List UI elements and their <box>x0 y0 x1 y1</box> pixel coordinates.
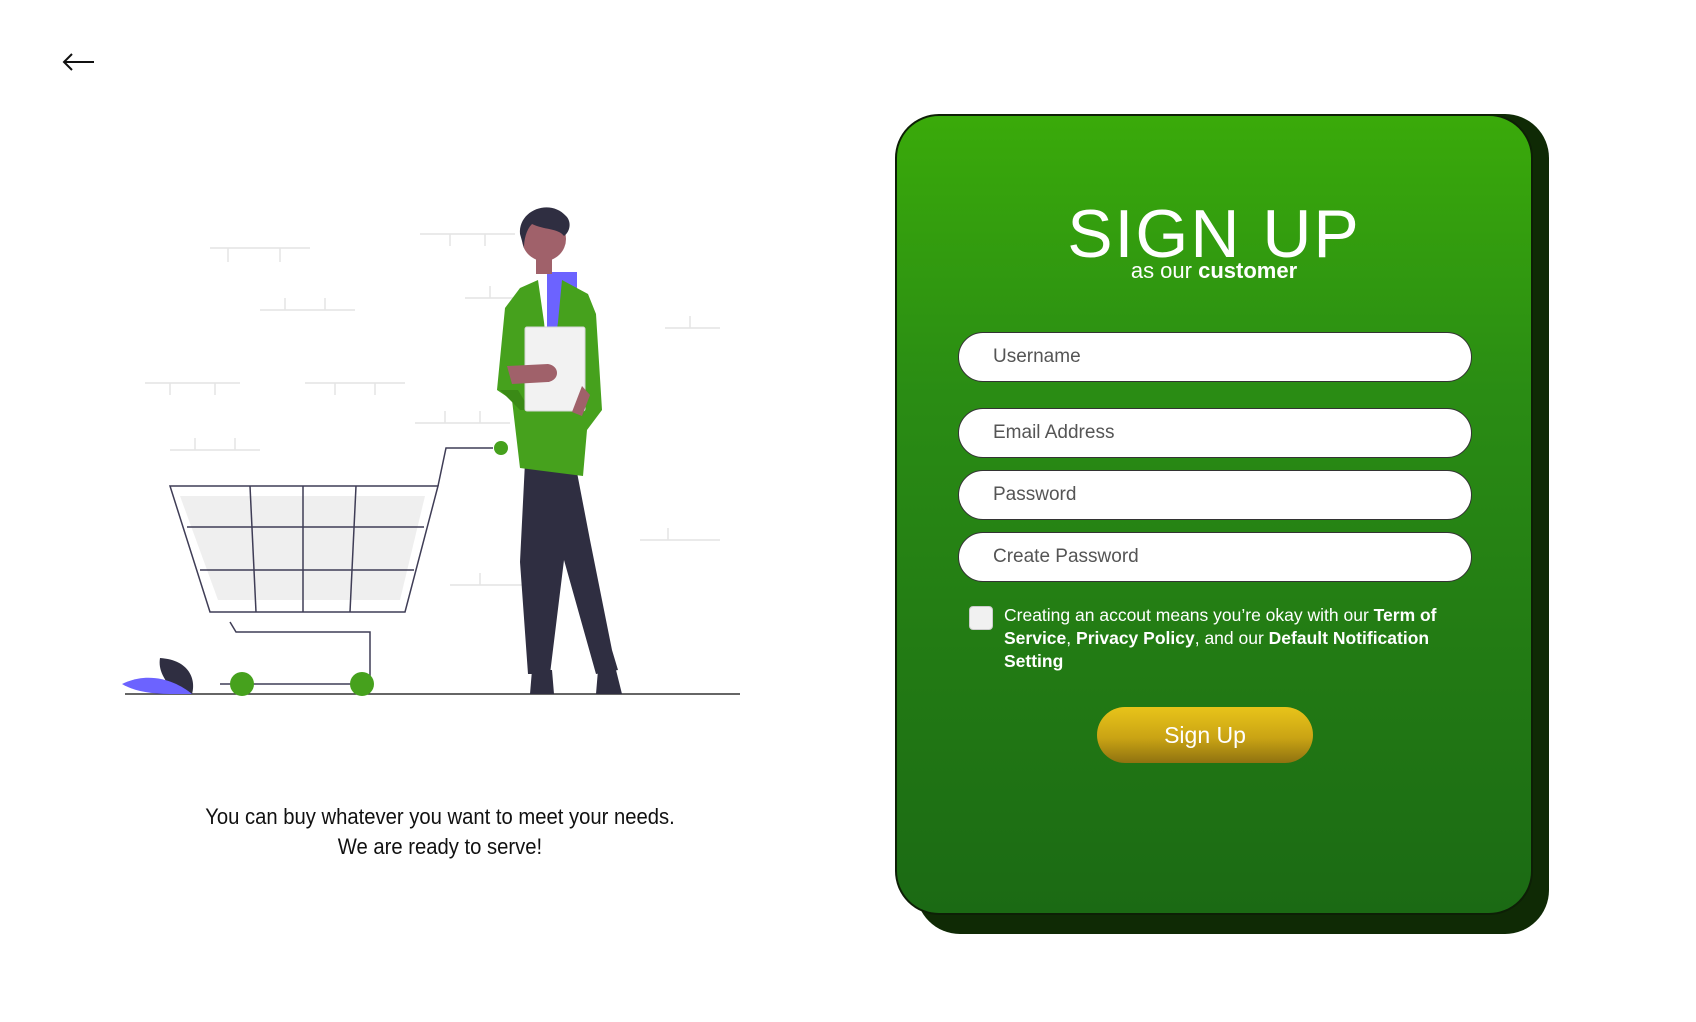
terms-checkbox[interactable] <box>969 606 993 630</box>
terms-text-2: , <box>1066 628 1077 648</box>
form-subtitle-prefix: as our <box>1130 258 1192 283</box>
form-subtitle: as our customer <box>897 258 1531 284</box>
tagline-line-1: You can buy whatever you want to meet yo… <box>205 804 675 829</box>
signup-card: SIGN UP as our customer Creating an acco… <box>895 114 1533 915</box>
username-input[interactable] <box>958 332 1472 382</box>
tagline-line-2: We are ready to serve! <box>337 834 543 859</box>
arrow-left-icon <box>62 53 94 71</box>
terms-text-1: Creating an accout means you’re okay wit… <box>1004 605 1374 625</box>
sign-up-button[interactable]: Sign Up <box>1097 707 1313 763</box>
person-figure <box>497 207 622 694</box>
form-subtitle-bold: customer <box>1198 258 1298 283</box>
create-password-input[interactable] <box>958 532 1472 582</box>
hero-illustration <box>120 190 740 730</box>
password-input[interactable] <box>958 470 1472 520</box>
terms-text-3: , and our <box>1194 628 1269 648</box>
terms-text: Creating an accout means you’re okay wit… <box>1004 604 1444 673</box>
back-button[interactable] <box>58 42 98 82</box>
email-input[interactable] <box>958 408 1472 458</box>
tagline: You can buy whatever you want to meet yo… <box>155 802 725 862</box>
terms-link-privacy[interactable]: Privacy Policy <box>1076 628 1195 648</box>
shopping-cart <box>168 441 508 696</box>
